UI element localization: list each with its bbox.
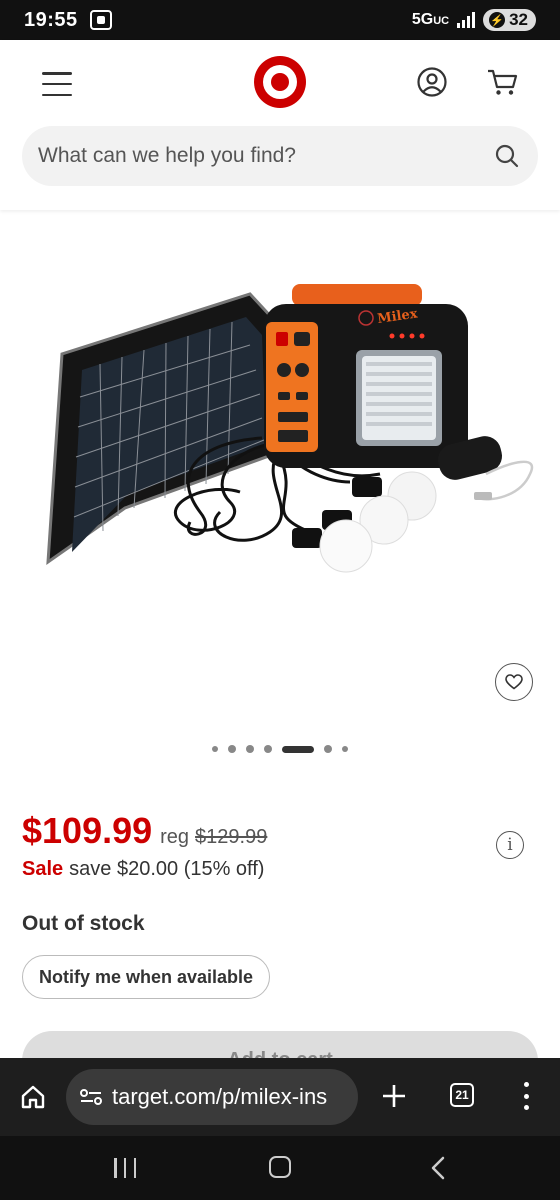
system-nav-bar — [0, 1136, 560, 1200]
stock-status: Out of stock — [22, 912, 145, 935]
notify-button[interactable]: Notify me when available — [22, 955, 271, 999]
power-station-image: Milex — [264, 284, 468, 468]
search-icon[interactable] — [494, 143, 520, 169]
current-price: $109.99 — [22, 810, 153, 851]
sale-row: Sale save $20.00 (15% off) — [22, 858, 264, 881]
site-header — [0, 40, 560, 210]
network-indicator: 5GUC — [412, 11, 449, 29]
menu-icon[interactable] — [42, 72, 72, 96]
carousel-dot[interactable] — [282, 745, 314, 753]
status-right: 5GUC ⚡ 32 — [412, 9, 536, 31]
home-button-icon[interactable] — [269, 1156, 291, 1178]
tab-switcher-button[interactable]: 21 — [450, 1083, 474, 1107]
carousel-dots[interactable] — [0, 745, 560, 753]
target-logo[interactable] — [254, 56, 306, 108]
battery-indicator: ⚡ 32 — [483, 9, 536, 31]
solar-panel-image — [46, 292, 282, 566]
recent-apps-icon[interactable] — [114, 1158, 136, 1178]
cart-icon[interactable] — [485, 66, 519, 98]
signal-icon — [457, 12, 476, 28]
more-options-icon[interactable] — [518, 1082, 534, 1110]
carousel-dot[interactable] — [212, 746, 218, 752]
bulbs-image — [292, 471, 437, 573]
network-type: 5G — [411, 11, 434, 28]
charging-icon: ⚡ — [489, 12, 506, 28]
savings-text: save $20.00 (15% off) — [69, 858, 265, 880]
back-icon[interactable] — [428, 1156, 448, 1180]
status-time: 19:55 — [24, 8, 78, 31]
account-icon[interactable] — [416, 66, 448, 98]
battery-level: 32 — [509, 10, 528, 29]
carousel-dot[interactable] — [228, 745, 236, 753]
carousel-dot[interactable] — [342, 746, 348, 752]
heart-icon — [505, 674, 523, 690]
new-tab-icon[interactable] — [380, 1082, 408, 1110]
regular-price-label: reg — [160, 826, 190, 848]
carousel-dot[interactable] — [324, 745, 332, 753]
product-image[interactable]: Milex — [0, 212, 560, 732]
price-row: $109.99 reg $129.99 — [22, 810, 267, 852]
status-bar: 19:55 5GUC ⚡ 32 — [0, 0, 560, 40]
browser-toolbar: target.com/p/milex-ins 21 — [0, 1058, 560, 1136]
favorite-button[interactable] — [495, 663, 533, 701]
carousel-dot[interactable] — [246, 745, 254, 753]
url-text[interactable]: target.com/p/milex-ins — [112, 1084, 327, 1110]
regular-price: $129.99 — [195, 826, 268, 848]
home-icon[interactable] — [20, 1084, 46, 1110]
carousel-dot[interactable] — [264, 745, 272, 753]
site-settings-icon[interactable] — [80, 1089, 102, 1105]
search-input[interactable] — [38, 144, 494, 168]
search-bar[interactable] — [22, 126, 538, 186]
network-suffix: UC — [433, 15, 450, 27]
sale-label: Sale — [22, 858, 64, 880]
info-icon[interactable]: i — [496, 831, 524, 859]
screen-record-icon — [89, 10, 112, 30]
address-bar[interactable]: target.com/p/milex-ins — [66, 1069, 358, 1125]
